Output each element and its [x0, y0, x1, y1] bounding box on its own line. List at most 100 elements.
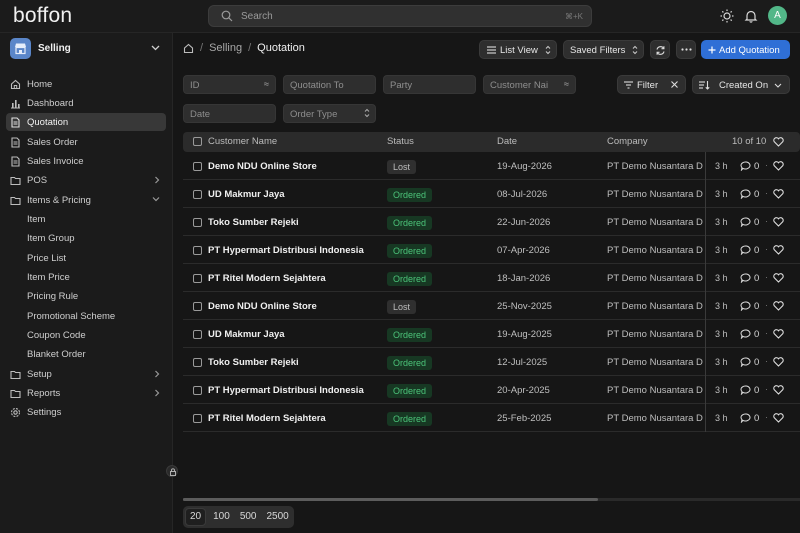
- column-header-date[interactable]: Date: [497, 136, 517, 147]
- approx-operator-icon[interactable]: ≈: [264, 79, 269, 89]
- saved-filters-button[interactable]: Saved Filters: [563, 40, 644, 59]
- id-filter-input[interactable]: ID ≈: [183, 75, 276, 94]
- customer-name[interactable]: UD Makmur Jaya: [208, 189, 285, 200]
- table-row[interactable]: Toko Sumber Rejeki Ordered 12-Jul-2025 PT D…: [183, 348, 800, 376]
- table-row[interactable]: PT Ritel Modern Sejahtera Ordered 18-Jan-2…: [183, 264, 800, 292]
- close-icon[interactable]: [671, 81, 678, 88]
- home-icon[interactable]: [183, 43, 194, 54]
- page-size-option[interactable]: 500: [235, 506, 262, 528]
- heart-icon[interactable]: [773, 137, 784, 147]
- modified-ago: 3 h: [715, 357, 728, 367]
- customer-name[interactable]: Demo NDU Online Store: [208, 301, 317, 312]
- refresh-button[interactable]: [650, 40, 670, 59]
- customer-name[interactable]: PT Ritel Modern Sejahtera: [208, 413, 326, 424]
- table-header: Customer Name Status Date Company 10 of …: [183, 132, 800, 152]
- sidebar-item-price-list[interactable]: Price List: [6, 249, 166, 267]
- sidebar-item-pos[interactable]: POS: [6, 171, 166, 189]
- sidebar-item-item[interactable]: Item: [6, 210, 166, 228]
- app-logo[interactable]: boffon: [13, 4, 72, 28]
- order-type-select[interactable]: Order Type: [283, 104, 376, 123]
- column-divider: [705, 292, 706, 320]
- heart-icon[interactable]: [773, 189, 784, 199]
- heart-icon[interactable]: [773, 245, 784, 255]
- sidebar-item-quotation[interactable]: Quotation: [6, 113, 166, 131]
- sidebar-item-item-price[interactable]: Item Price: [6, 268, 166, 286]
- more-options-button[interactable]: [676, 40, 696, 59]
- user-avatar[interactable]: A: [768, 6, 787, 25]
- table-row[interactable]: UD Makmur Jaya Ordered 19-Aug-2025 PT Demo …: [183, 320, 800, 348]
- customer-name[interactable]: Toko Sumber Rejeki: [208, 217, 299, 228]
- sidebar-item-dashboard[interactable]: Dashboard: [6, 94, 166, 112]
- sidebar-item-sales-order[interactable]: Sales Order: [6, 133, 166, 151]
- heart-icon[interactable]: [773, 273, 784, 283]
- sidebar-item-pricing-rule[interactable]: Pricing Rule: [6, 287, 166, 305]
- table-row[interactable]: PT Ritel Modern Sejahtera Ordered 25-Feb-2…: [183, 404, 800, 432]
- column-header-company[interactable]: Company: [607, 136, 648, 147]
- sidebar-item-promotional-scheme[interactable]: Promotional Scheme: [6, 307, 166, 325]
- row-checkbox[interactable]: [193, 274, 202, 283]
- table-row[interactable]: Demo NDU Online Store Lost 25-Nov-2025 PT D…: [183, 292, 800, 320]
- customer-name-filter-input[interactable]: Customer Nai ≈: [483, 75, 576, 94]
- column-header-status[interactable]: Status: [387, 136, 414, 147]
- approx-operator-icon[interactable]: ≈: [564, 79, 569, 89]
- table-row[interactable]: Demo NDU Online Store Lost 19-Aug-2026 PT D…: [183, 152, 800, 180]
- sidebar-item-coupon-code[interactable]: Coupon Code: [6, 326, 166, 344]
- notification-bell-icon[interactable]: [744, 9, 758, 23]
- theme-toggle-sun-icon[interactable]: [720, 9, 734, 23]
- table-row[interactable]: PT Hypermart Distribusi Indonesia Ordered…: [183, 376, 800, 404]
- column-header-customer[interactable]: Customer Name: [208, 136, 277, 147]
- page-size-option[interactable]: 2500: [262, 506, 294, 528]
- sidebar-item-blanket-order[interactable]: Blanket Order: [6, 345, 166, 363]
- row-checkbox[interactable]: [193, 414, 202, 423]
- breadcrumb-parent[interactable]: Selling: [209, 42, 242, 54]
- row-checkbox[interactable]: [193, 218, 202, 227]
- party-filter-input[interactable]: Party: [383, 75, 476, 94]
- filter-button[interactable]: Filter: [617, 75, 686, 94]
- customer-name[interactable]: PT Hypermart Distribusi Indonesia: [208, 245, 364, 256]
- customer-name[interactable]: UD Makmur Jaya: [208, 329, 285, 340]
- row-checkbox[interactable]: [193, 386, 202, 395]
- page-size-option[interactable]: 100: [208, 506, 235, 528]
- select-all-checkbox[interactable]: [193, 137, 202, 146]
- row-checkbox[interactable]: [193, 358, 202, 367]
- row-checkbox[interactable]: [193, 190, 202, 199]
- heart-icon[interactable]: [773, 329, 784, 339]
- page-size-option[interactable]: 20: [185, 508, 207, 526]
- sidebar-item-reports[interactable]: Reports: [6, 384, 166, 402]
- sidebar-item-setup[interactable]: Setup: [6, 365, 166, 383]
- heart-icon[interactable]: [773, 217, 784, 227]
- table-row[interactable]: UD Makmur Jaya Ordered 08-Jul-2026 PT Demo …: [183, 180, 800, 208]
- chevron-right-icon: [154, 370, 160, 378]
- scrollbar-thumb[interactable]: [183, 498, 598, 501]
- row-checkbox[interactable]: [193, 302, 202, 311]
- add-quotation-button[interactable]: Add Quotation: [701, 40, 790, 59]
- heart-icon[interactable]: [773, 301, 784, 311]
- customer-name[interactable]: PT Hypermart Distribusi Indonesia: [208, 385, 364, 396]
- sidebar-item-items-pricing[interactable]: Items & Pricing: [6, 191, 166, 209]
- heart-icon[interactable]: [773, 357, 784, 367]
- sort-button[interactable]: Created On: [692, 75, 790, 94]
- heart-icon[interactable]: [773, 413, 784, 423]
- customer-name[interactable]: Toko Sumber Rejeki: [208, 357, 299, 368]
- heart-icon[interactable]: [773, 385, 784, 395]
- sidebar-item-item-group[interactable]: Item Group: [6, 229, 166, 247]
- list-view-button[interactable]: List View: [479, 40, 557, 59]
- quotation-to-filter-input[interactable]: Quotation To: [283, 75, 376, 94]
- customer-name[interactable]: Demo NDU Online Store: [208, 161, 317, 172]
- sidebar-item-home[interactable]: Home: [6, 75, 166, 93]
- row-checkbox[interactable]: [193, 162, 202, 171]
- workspace-name: Selling: [38, 43, 71, 54]
- heart-icon[interactable]: [773, 161, 784, 171]
- comment-count: 0: [754, 161, 760, 172]
- sidebar-item-settings[interactable]: Settings: [6, 403, 166, 421]
- table-row[interactable]: Toko Sumber Rejeki Ordered 22-Jun-2026 PT D…: [183, 208, 800, 236]
- sidebar-item-sales-invoice[interactable]: Sales Invoice: [6, 152, 166, 170]
- search-bar[interactable]: Search ⌘+K: [208, 5, 592, 27]
- table-row[interactable]: PT Hypermart Distribusi Indonesia Ordered…: [183, 236, 800, 264]
- workspace-switcher[interactable]: Selling: [10, 38, 164, 60]
- customer-name[interactable]: PT Ritel Modern Sejahtera: [208, 273, 326, 284]
- row-checkbox[interactable]: [193, 246, 202, 255]
- horizontal-scrollbar[interactable]: [183, 498, 800, 501]
- date-filter-input[interactable]: Date: [183, 104, 276, 123]
- row-checkbox[interactable]: [193, 330, 202, 339]
